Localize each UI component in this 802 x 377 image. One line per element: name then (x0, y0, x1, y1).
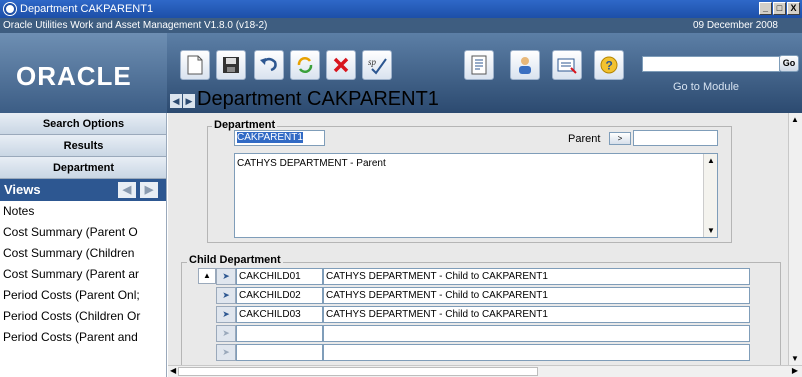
view-item-period-costs-children[interactable]: Period Costs (Children Or (0, 306, 166, 327)
child-code-cell[interactable] (236, 344, 323, 361)
previous-record-icon[interactable]: ◀ (170, 94, 182, 108)
child-scroll-up-icon[interactable]: ▲ (198, 268, 216, 284)
parent-label: Parent (568, 133, 601, 145)
child-description-cell[interactable]: CATHYS DEPARTMENT - Child to CAKPARENT1 (323, 306, 750, 323)
tab-search-options[interactable]: Search Options (0, 113, 166, 135)
window-app-icon (4, 3, 16, 15)
help-icon[interactable]: ? (594, 50, 624, 80)
view-item-cost-summary-children[interactable]: Cost Summary (Children (0, 243, 166, 264)
svg-text:sp: sp (368, 57, 377, 67)
go-to-module-label: Go to Module (673, 81, 740, 93)
info-bar: Oracle Utilities Work and Asset Manageme… (0, 18, 802, 33)
child-code-cell[interactable]: CAKCHILD01 (236, 268, 323, 285)
left-panel: Search Options Results Department Views … (0, 113, 167, 377)
description-scrollbar[interactable]: ▲ ▼ (703, 154, 717, 237)
view-item-period-costs-parent-and[interactable]: Period Costs (Parent and (0, 327, 166, 348)
table-row[interactable]: ➤ (216, 325, 750, 343)
view-item-cost-summary-parent-only[interactable]: Cost Summary (Parent O (0, 222, 166, 243)
oracle-logo: ORACLE (16, 61, 132, 91)
row-select-arrow-icon[interactable]: ➤ (216, 287, 236, 304)
main-vertical-scrollbar[interactable]: ▲ ▼ (788, 113, 802, 365)
child-code-cell[interactable]: CAKCHILD03 (236, 306, 323, 323)
main-content: Department CAKPARENT1 Parent > CATHYS DE… (168, 113, 788, 365)
views-label: Views (4, 182, 41, 197)
close-window-button[interactable]: X (787, 2, 800, 15)
current-date: 09 December 2008 (692, 20, 778, 31)
parent-lookup-button[interactable]: > (609, 132, 631, 145)
app-version-text: Oracle Utilities Work and Asset Manageme… (3, 20, 268, 31)
views-header: Views ◀ ▶ (0, 179, 166, 201)
views-list: Notes Cost Summary (Parent O Cost Summar… (0, 201, 166, 348)
go-to-module-input[interactable] (642, 56, 780, 72)
table-row[interactable]: ➤ CAKCHILD01 CATHYS DEPARTMENT - Child t… (216, 268, 750, 286)
tab-department[interactable]: Department (0, 157, 166, 179)
child-description-cell[interactable] (323, 325, 750, 342)
attachment-icon[interactable] (552, 50, 582, 80)
minimize-button[interactable]: _ (759, 2, 772, 15)
table-row[interactable]: ➤ CAKCHILD03 CATHYS DEPARTMENT - Child t… (216, 306, 750, 324)
main-horizontal-scrollbar[interactable]: ◀ ▶ (168, 365, 802, 377)
child-description-cell[interactable]: CATHYS DEPARTMENT - Child to CAKPARENT1 (323, 287, 750, 304)
report-icon[interactable] (464, 50, 494, 80)
tab-results[interactable]: Results (0, 135, 166, 157)
window-controls: _ □ X (759, 2, 800, 15)
spell-check-icon[interactable]: sp (362, 50, 392, 80)
svg-text:?: ? (606, 59, 613, 73)
scroll-up-icon[interactable]: ▲ (707, 156, 715, 165)
undo-icon[interactable] (254, 50, 284, 80)
save-icon[interactable] (216, 50, 246, 80)
refresh-icon[interactable] (290, 50, 320, 80)
maximize-button[interactable]: □ (773, 2, 786, 15)
row-select-arrow-icon[interactable]: ➤ (216, 268, 236, 285)
view-item-notes[interactable]: Notes (0, 201, 166, 222)
horizontal-scroll-thumb[interactable] (178, 367, 538, 376)
row-select-arrow-icon[interactable]: ➤ (216, 306, 236, 323)
child-code-cell[interactable]: CAKCHILD02 (236, 287, 323, 304)
header-toolbar: ORACLE sp ? Go Go to Module ◀ ▶ Departme… (0, 33, 802, 113)
window-title: Department CAKPARENT1 (20, 3, 154, 15)
logo-area: ORACLE (0, 33, 167, 113)
scroll-left-icon[interactable]: ◀ (170, 366, 176, 375)
next-record-icon[interactable]: ▶ (183, 94, 195, 108)
go-button[interactable]: Go (779, 55, 799, 72)
page-title: Department CAKPARENT1 (197, 88, 439, 110)
child-description-cell[interactable]: CATHYS DEPARTMENT - Child to CAKPARENT1 (323, 268, 750, 285)
table-row[interactable]: ➤ CAKCHILD02 CATHYS DEPARTMENT - Child t… (216, 287, 750, 305)
main-scroll-up-icon[interactable]: ▲ (791, 115, 799, 124)
table-row[interactable]: ➤ (216, 344, 750, 362)
views-next-icon[interactable]: ▶ (140, 182, 158, 198)
views-previous-icon[interactable]: ◀ (118, 182, 136, 198)
row-select-arrow-icon[interactable]: ➤ (216, 325, 236, 342)
user-icon[interactable] (510, 50, 540, 80)
view-item-cost-summary-parent-and[interactable]: Cost Summary (Parent ar (0, 264, 166, 285)
delete-icon[interactable] (326, 50, 356, 80)
child-department-section-label: Child Department (187, 254, 283, 266)
department-description-text: CATHYS DEPARTMENT - Parent (237, 158, 386, 169)
view-item-period-costs-parent-only[interactable]: Period Costs (Parent Onl; (0, 285, 166, 306)
child-code-cell[interactable] (236, 325, 323, 342)
scroll-down-icon[interactable]: ▼ (707, 226, 715, 235)
main-scroll-down-icon[interactable]: ▼ (791, 354, 799, 363)
department-code-field[interactable]: CAKPARENT1 (234, 130, 325, 146)
child-description-cell[interactable] (323, 344, 750, 361)
window-title-bar: Department CAKPARENT1 _ □ X (0, 0, 802, 18)
new-record-icon[interactable] (180, 50, 210, 80)
department-code-value: CAKPARENT1 (237, 132, 303, 143)
row-select-arrow-icon[interactable]: ➤ (216, 344, 236, 361)
parent-field[interactable] (633, 130, 718, 146)
scroll-right-icon[interactable]: ▶ (792, 366, 798, 375)
department-description[interactable]: CATHYS DEPARTMENT - Parent ▲ ▼ (234, 153, 718, 238)
